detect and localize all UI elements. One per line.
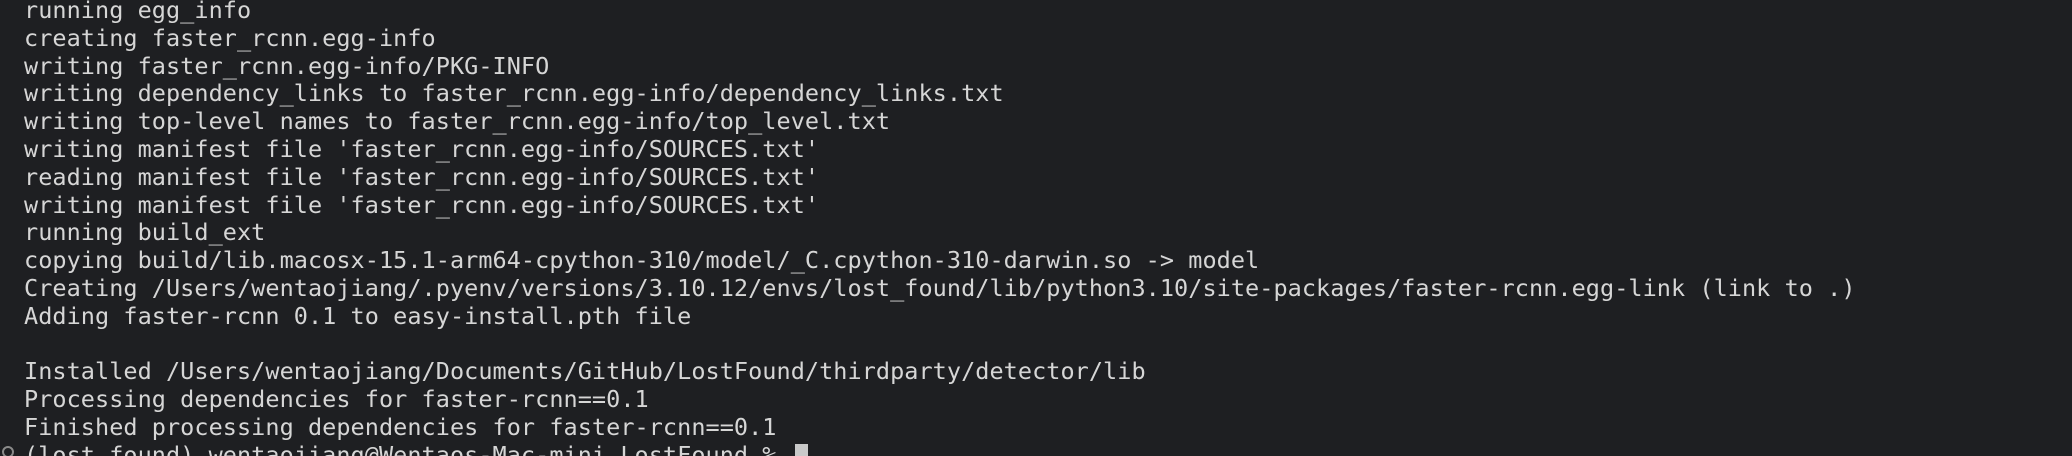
terminal-output: running egg_info creating faster_rcnn.eg…: [24, 0, 2072, 456]
output-line: creating faster_rcnn.egg-info: [24, 23, 436, 52]
output-line: Installed /Users/wentaojiang/Documents/G…: [24, 357, 1146, 386]
text-cursor: [794, 443, 808, 456]
output-line: Creating /Users/wentaojiang/.pyenv/versi…: [24, 273, 1856, 302]
output-line: running egg_info: [24, 0, 252, 24]
command-prompt[interactable]: (lost_found) wentaojiang@Wentaos-Mac-min…: [24, 440, 2072, 456]
prompt-text: (lost_found) wentaojiang@Wentaos-Mac-min…: [24, 440, 791, 456]
output-line: writing top-level names to faster_rcnn.e…: [24, 107, 891, 136]
output-line: copying build/lib.macosx-15.1-arm64-cpyt…: [24, 246, 1260, 275]
output-line: Finished processing dependencies for fas…: [24, 412, 777, 441]
output-line: running build_ext: [24, 218, 266, 247]
output-line: writing manifest file 'faster_rcnn.egg-i…: [24, 190, 820, 219]
output-line: writing faster_rcnn.egg-info/PKG-INFO: [24, 51, 550, 80]
output-line: writing dependency_links to faster_rcnn.…: [24, 79, 1004, 108]
output-line: reading manifest file 'faster_rcnn.egg-i…: [24, 162, 820, 191]
terminal-window[interactable]: running egg_info creating faster_rcnn.eg…: [0, 0, 2072, 456]
output-line: Processing dependencies for faster-rcnn=…: [24, 385, 649, 414]
output-line: writing manifest file 'faster_rcnn.egg-i…: [24, 134, 820, 163]
output-line: Adding faster-rcnn 0.1 to easy-install.p…: [24, 301, 692, 330]
command-mark-icon: [2, 446, 14, 456]
output-line-blank: [24, 331, 2072, 359]
